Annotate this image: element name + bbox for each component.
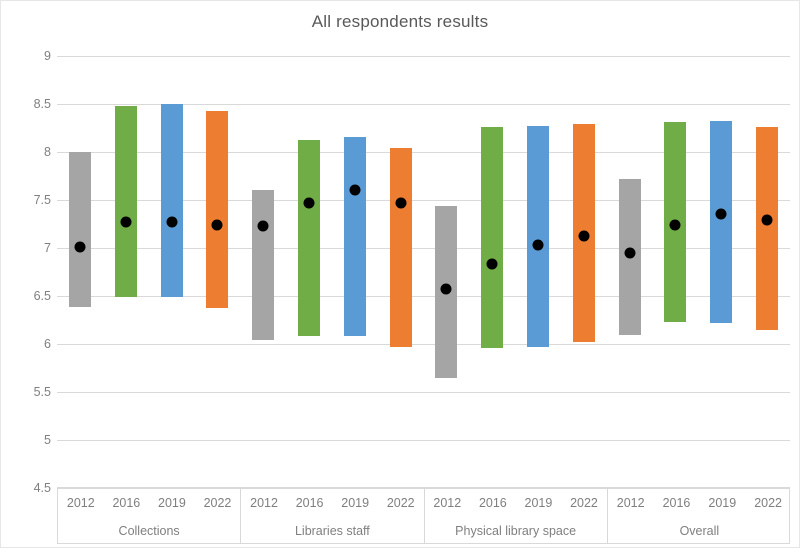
x-axis-group-label: Physical library space xyxy=(455,524,577,538)
x-axis-year-label-2019: 2019 xyxy=(524,496,553,510)
y-axis-tick-label: 7 xyxy=(44,241,51,255)
bar-overall-2019[interactable] xyxy=(710,121,733,323)
category-group-physical-library-space: 2012 2016 2019 2022 Physical library space xyxy=(425,488,608,544)
bar-physical-library-space-2016[interactable] xyxy=(481,127,504,348)
gridline xyxy=(57,392,790,393)
bar-libraries-staff-2012[interactable] xyxy=(252,190,275,341)
y-axis: 9 8.5 8 7.5 7 6.5 6 5.5 5 4.5 xyxy=(0,49,51,495)
mean-marker-collections-2019[interactable] xyxy=(166,216,178,228)
mean-marker-collections-2022[interactable] xyxy=(211,219,223,231)
bar-libraries-staff-2016[interactable] xyxy=(297,139,320,337)
x-axis-year-label-2019: 2019 xyxy=(158,496,186,510)
bar-collections-2019[interactable] xyxy=(160,104,183,297)
mean-marker-libraries-staff-2016[interactable] xyxy=(303,197,315,209)
x-axis-year-label-2022: 2022 xyxy=(386,496,415,510)
mean-marker-overall-2016[interactable] xyxy=(669,219,681,231)
x-axis-year-label-2016: 2016 xyxy=(295,496,324,510)
y-axis-tick-label: 7.5 xyxy=(33,193,51,207)
mean-marker-physical-library-space-2012[interactable] xyxy=(440,283,452,295)
y-axis-tick-label: 5.5 xyxy=(33,385,51,399)
gridline xyxy=(57,56,790,57)
mean-marker-libraries-staff-2012[interactable] xyxy=(257,220,269,232)
category-group-libraries-staff: 2012 2016 2019 2022 Libraries staff xyxy=(241,488,425,544)
y-axis-tick-label: 4.5 xyxy=(33,481,51,495)
bar-collections-2016[interactable] xyxy=(114,105,137,297)
x-axis-group-label: Overall xyxy=(679,524,720,538)
gridline xyxy=(57,440,790,441)
x-axis-year-label-2016: 2016 xyxy=(112,496,141,510)
x-axis-year-label-2012: 2012 xyxy=(250,496,278,510)
mean-marker-collections-2016[interactable] xyxy=(120,216,132,228)
mean-marker-overall-2012[interactable] xyxy=(624,247,636,259)
bar-libraries-staff-2019[interactable] xyxy=(343,136,366,337)
bar-libraries-staff-2022[interactable] xyxy=(389,148,412,347)
plot-area xyxy=(57,56,790,489)
mean-marker-overall-2019[interactable] xyxy=(715,208,727,220)
x-axis-year-label-2012: 2012 xyxy=(433,496,462,510)
chart-title: All respondents results xyxy=(311,12,489,31)
x-axis-year-label-2012: 2012 xyxy=(616,496,645,510)
x-axis-year-label-2022: 2022 xyxy=(203,496,232,510)
mean-marker-collections-2012[interactable] xyxy=(74,241,86,253)
category-group-collections: 2012 2016 2019 2022 Collections xyxy=(58,488,242,544)
bar-physical-library-space-2019[interactable] xyxy=(527,126,550,347)
gridline xyxy=(57,344,790,345)
bar-collections-2022[interactable] xyxy=(206,110,229,309)
mean-marker-physical-library-space-2016[interactable] xyxy=(486,258,498,270)
x-axis-group-label: Collections xyxy=(118,524,180,538)
category-year-row: 2012 2016 2019 2022 xyxy=(241,488,423,518)
category-group-overall: 2012 2016 2019 2022 Overall xyxy=(608,488,791,544)
x-axis-year-label-2019: 2019 xyxy=(341,496,370,510)
y-axis-tick-label: 6.5 xyxy=(33,289,51,303)
y-axis-tick-label: 5 xyxy=(44,433,51,447)
category-axis-table: 2012 2016 2019 2022 Collections 2012 2016 2019 2… xyxy=(57,488,790,544)
mean-marker-overall-2022[interactable] xyxy=(761,214,773,226)
mean-marker-physical-library-space-2022[interactable] xyxy=(578,230,590,242)
mean-marker-libraries-staff-2022[interactable] xyxy=(395,197,407,209)
chart-container: All respondents results 9 8.5 8 7.5 7 6.5 6 5.5… xyxy=(0,0,800,548)
mean-marker-physical-library-space-2019[interactable] xyxy=(532,239,544,251)
category-year-row: 2012 2016 2019 2022 xyxy=(608,488,791,518)
y-axis-tick-label: 9 xyxy=(44,49,51,63)
bar-collections-2012[interactable] xyxy=(68,152,91,307)
x-axis-year-label-2016: 2016 xyxy=(478,496,507,510)
x-axis-year-label-2019: 2019 xyxy=(708,496,737,510)
category-year-row: 2012 2016 2019 2022 xyxy=(58,488,240,518)
x-axis-year-label-2022: 2022 xyxy=(754,496,782,510)
y-axis-tick-label: 8.5 xyxy=(33,97,51,111)
y-axis-tick-label: 6 xyxy=(44,337,51,351)
x-axis-group-label: Libraries staff xyxy=(294,524,370,538)
x-axis-year-label-2022: 2022 xyxy=(570,496,598,510)
mean-marker-libraries-staff-2019[interactable] xyxy=(349,184,361,196)
y-axis-tick-label: 8 xyxy=(44,145,51,159)
x-axis-year-label-2012: 2012 xyxy=(66,496,95,510)
x-axis-year-label-2016: 2016 xyxy=(662,496,691,510)
bar-overall-2022[interactable] xyxy=(756,127,779,330)
category-year-row: 2012 2016 2019 2022 xyxy=(425,488,607,518)
